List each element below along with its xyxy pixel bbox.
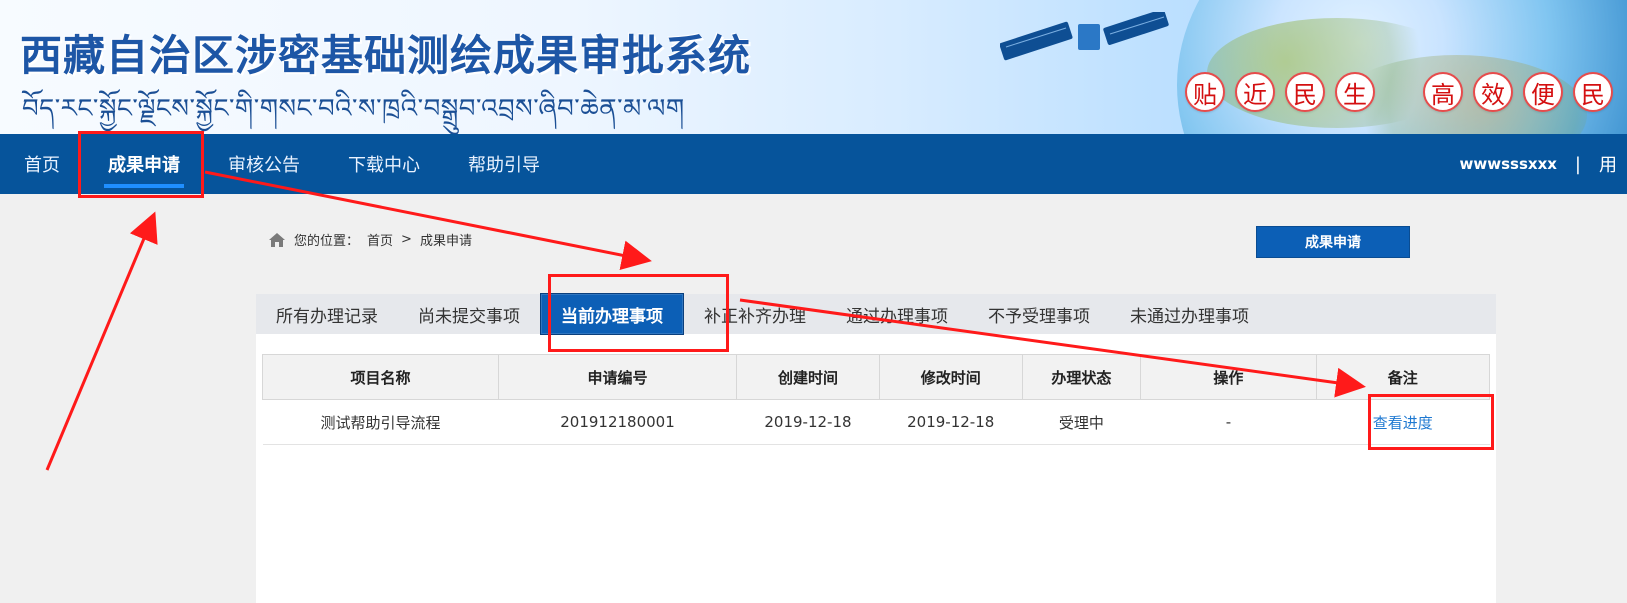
status-tabs: 所有办理记录 尚未提交事项 当前办理事项 补正补齐办理 通过办理事项 不予受理事… [256, 293, 1496, 335]
system-title-tibetan: བོད་རང་སྐྱོང་ལྗོངས་སྐྱོང་གི་གསང་བའི་ས་ཁྲ… [22, 94, 685, 124]
breadcrumb-home[interactable]: 首页 [367, 230, 393, 249]
slogan-char: 近 [1235, 72, 1275, 112]
col-operation: 操作 [1140, 354, 1317, 400]
annotation-box-view-progress [1368, 394, 1494, 450]
slogan-char: 贴 [1185, 72, 1225, 112]
breadcrumb: 您的位置： 首页 > 成果申请 [268, 230, 472, 249]
tab-not-accepted[interactable]: 不予受理事项 [968, 294, 1110, 334]
nav-item-announcement[interactable]: 审核公告 [204, 134, 324, 194]
breadcrumb-prefix: 您的位置： [294, 234, 360, 249]
slogan-char: 民 [1573, 72, 1613, 112]
apply-button[interactable]: 成果申请 [1256, 226, 1410, 258]
table-header-row: 项目名称 申请编号 创建时间 修改时间 办理状态 操作 备注 [262, 354, 1491, 400]
slogan-char: 高 [1423, 72, 1463, 112]
cell-application-no: 201912180001 [498, 399, 737, 445]
slogan-char: 便 [1523, 72, 1563, 112]
slogan-char: 效 [1473, 72, 1513, 112]
col-status: 办理状态 [1021, 354, 1142, 400]
tab-not-submitted[interactable]: 尚未提交事项 [398, 294, 540, 334]
col-project-name: 项目名称 [262, 354, 499, 400]
system-title: 西藏自治区涉密基础测绘成果审批系统 [20, 31, 752, 80]
cell-modified: 2019-12-18 [879, 399, 1023, 445]
username[interactable]: wwwsssxxx [1460, 155, 1557, 173]
nav-item-download[interactable]: 下载中心 [324, 134, 444, 194]
nav-user-area: wwwsssxxx | 用 [1460, 134, 1627, 194]
slogan-char: 民 [1285, 72, 1325, 112]
cell-project-name: 测试帮助引导流程 [262, 399, 499, 445]
annotation-box-current-tab [548, 274, 729, 352]
cell-status: 受理中 [1022, 399, 1141, 445]
slogan-char: 生 [1335, 72, 1375, 112]
tab-approved[interactable]: 通过办理事项 [826, 294, 968, 334]
breadcrumb-arrow: > [401, 232, 412, 247]
cell-operation: - [1140, 399, 1317, 445]
col-remark: 备注 [1315, 354, 1491, 400]
slogan-group-1: 贴 近 民 生 [1185, 72, 1375, 112]
col-modified: 修改时间 [878, 354, 1023, 400]
nav-separator: | [1574, 153, 1581, 175]
tab-rejected[interactable]: 未通过办理事项 [1110, 294, 1269, 334]
records-table: 项目名称 申请编号 创建时间 修改时间 办理状态 操作 备注 测试帮助引导流程 … [262, 354, 1491, 445]
nav-cut-text[interactable]: 用 [1599, 151, 1617, 177]
top-navigation: 首页 成果申请 审核公告 下载中心 帮助引导 wwwsssxxx | 用 [0, 134, 1627, 194]
col-application-no: 申请编号 [497, 354, 738, 400]
col-created: 创建时间 [736, 354, 880, 400]
cell-created: 2019-12-18 [736, 399, 880, 445]
header-banner: 西藏自治区涉密基础测绘成果审批系统 བོད་རང་སྐྱོང་ལྗོངས་སྐྱ… [0, 0, 1627, 134]
nav-item-home[interactable]: 首页 [0, 134, 84, 194]
annotation-box-nav-apply [78, 131, 204, 198]
satellite-icon [1000, 12, 1169, 61]
slogans: 贴 近 民 生 高 效 便 民 [1185, 72, 1627, 112]
main-content: 您的位置： 首页 > 成果申请 成果申请 所有办理记录 尚未提交事项 当前办理事… [256, 194, 1496, 603]
table-row: 测试帮助引导流程 201912180001 2019-12-18 2019-12… [262, 399, 1490, 445]
tab-all-records[interactable]: 所有办理记录 [256, 294, 398, 334]
home-icon [269, 232, 285, 247]
slogan-group-2: 高 效 便 民 [1423, 72, 1613, 112]
breadcrumb-current: 成果申请 [419, 234, 472, 249]
records-panel: 所有办理记录 尚未提交事项 当前办理事项 补正补齐办理 通过办理事项 不予受理事… [256, 293, 1496, 603]
annotation-arrow [45, 211, 158, 471]
nav-item-help[interactable]: 帮助引导 [444, 134, 564, 194]
